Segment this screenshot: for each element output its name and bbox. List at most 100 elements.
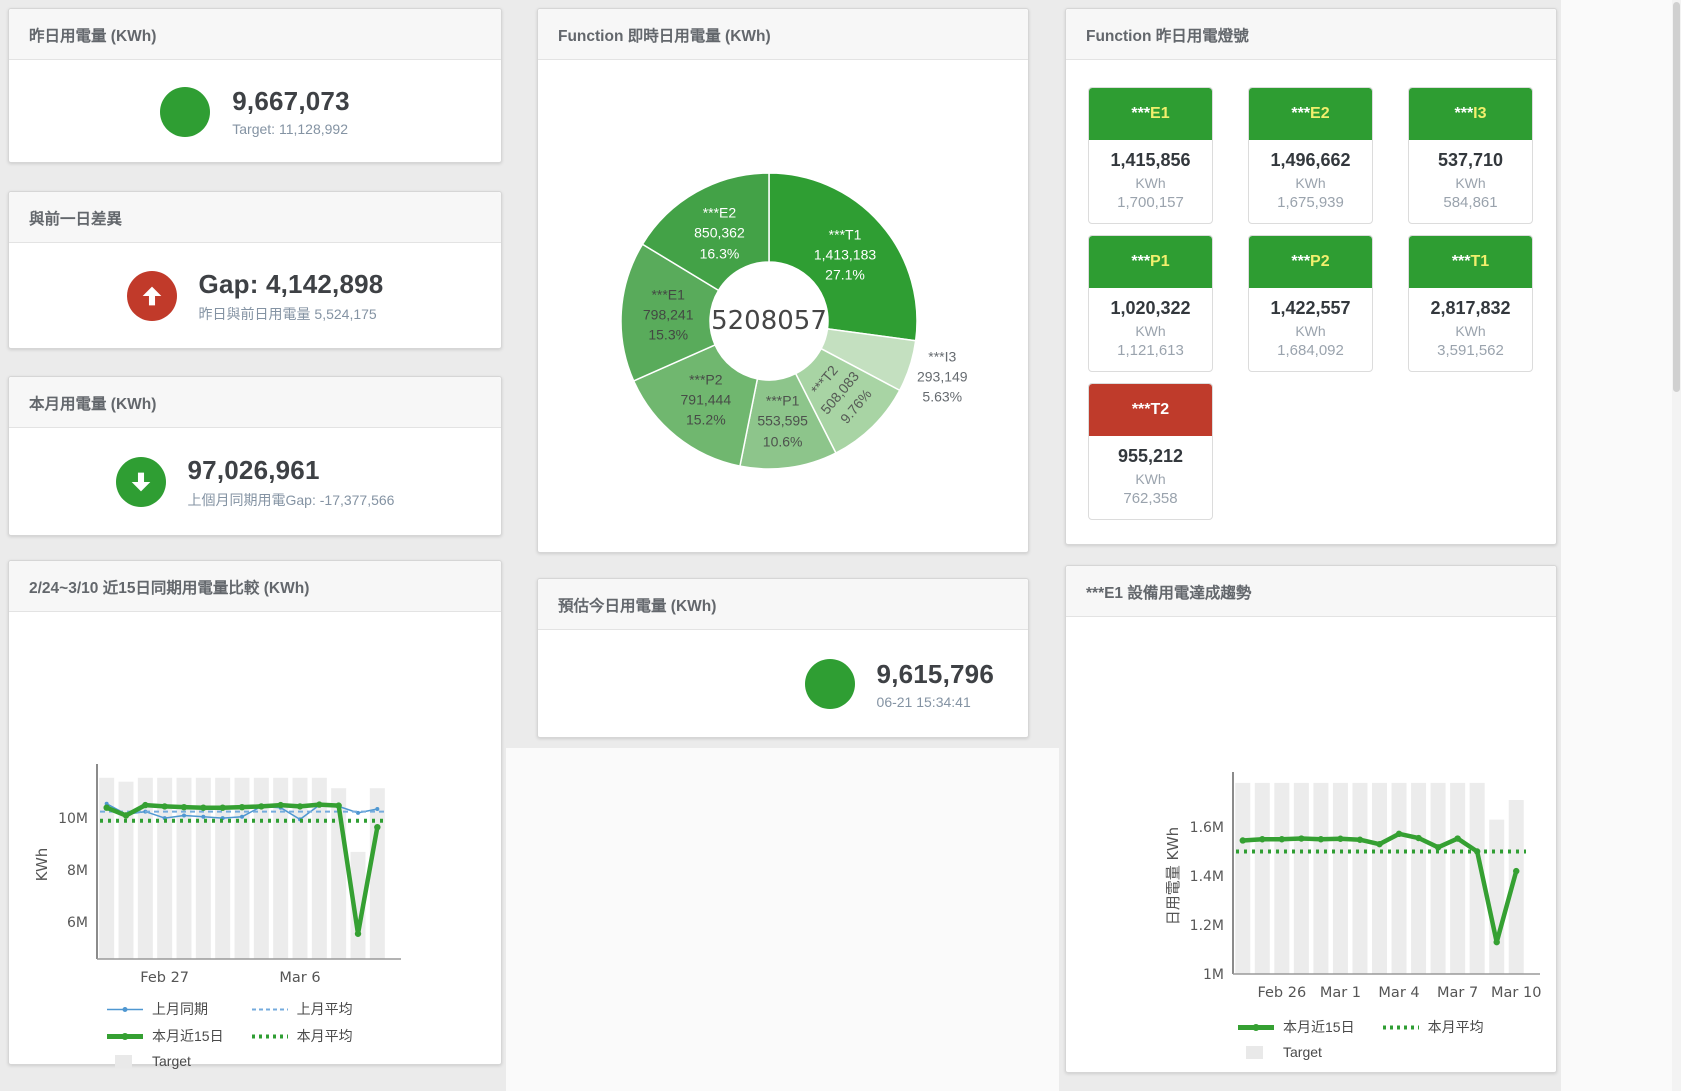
series-point[interactable] — [1318, 836, 1324, 842]
series-point[interactable] — [1357, 837, 1363, 843]
target-bar — [1372, 783, 1387, 974]
legend-item-上月同期[interactable]: 上月同期 — [107, 999, 224, 1019]
legend-item-Target[interactable]: Target — [107, 1053, 224, 1069]
card-title: Function 即時日用電量 (KWh) — [538, 9, 1028, 60]
target-bar — [1392, 783, 1407, 974]
line-thin-legend-marker-icon — [107, 1003, 143, 1016]
kpi-subtitle: 昨日與前日用電量 5,524,175 — [199, 304, 384, 324]
series-point[interactable] — [1259, 836, 1265, 842]
line-thick-legend-marker-icon — [1238, 1021, 1274, 1034]
series-point[interactable] — [201, 815, 205, 819]
card-gap-prev-day: 與前一日差異 Gap: 4,142,898 昨日與前日用電量 5,524,175 — [8, 191, 502, 349]
e1-trend-line-chart[interactable]: 1M1.2M1.4M1.6MFeb 26Mar 1Mar 4Mar 7Mar 1… — [1066, 617, 1556, 1012]
tile-header: ***E1 — [1089, 88, 1212, 140]
legend-item-本月近15日[interactable]: 本月近15日 — [1238, 1017, 1355, 1037]
tile-target-value: 1,121,613 — [1089, 342, 1212, 359]
status-tile-T1: ***T12,817,832KWh3,591,562 — [1408, 235, 1533, 372]
tile-unit: KWh — [1409, 175, 1532, 191]
tile-unit: KWh — [1089, 323, 1212, 339]
status-tile-P2: ***P21,422,557KWh1,684,092 — [1248, 235, 1373, 372]
y-tick-label: 10M — [58, 811, 88, 827]
series-point[interactable] — [374, 824, 380, 830]
series-point[interactable] — [1513, 868, 1519, 874]
series-point[interactable] — [219, 804, 225, 810]
tile-name-code: T1 — [1471, 253, 1490, 270]
page-scrollbar-thumb[interactable] — [1673, 2, 1680, 392]
series-point[interactable] — [316, 801, 322, 807]
tile-name-prefix: *** — [1454, 105, 1473, 122]
series-point[interactable] — [1494, 939, 1500, 945]
series-point[interactable] — [200, 804, 206, 810]
series-point[interactable] — [258, 803, 264, 809]
series-point[interactable] — [1396, 831, 1402, 837]
down-arrow-icon — [116, 457, 166, 507]
series-point[interactable] — [1454, 835, 1460, 841]
target-bar — [119, 782, 134, 959]
background-patch-right — [1561, 0, 1673, 1091]
x-tick-label: Mar 6 — [279, 970, 320, 986]
target-bar — [1255, 783, 1270, 974]
tile-unit: KWh — [1089, 175, 1212, 191]
tile-unit: KWh — [1409, 323, 1532, 339]
x-tick-label: Mar 1 — [1320, 985, 1361, 1001]
tile-header: ***T1 — [1409, 236, 1532, 288]
card-month-usage: 本月用電量 (KWh) 97,026,961 上個月同期用電Gap: -17,3… — [8, 376, 502, 536]
target-bar — [1489, 820, 1504, 974]
series-point[interactable] — [297, 803, 303, 809]
tile-header: ***T2 — [1089, 384, 1212, 436]
tile-value: 1,422,557 — [1249, 298, 1372, 319]
tile-name-code: I3 — [1473, 105, 1486, 122]
card-title: 預估今日用電量 (KWh) — [538, 579, 1028, 630]
tile-unit: KWh — [1249, 323, 1372, 339]
series-point[interactable] — [375, 807, 379, 811]
series-point[interactable] — [181, 804, 187, 810]
line-thick-legend-marker-icon — [107, 1030, 143, 1043]
page-scrollbar-track[interactable] — [1672, 0, 1681, 1091]
tile-target-value: 1,684,092 — [1249, 342, 1372, 359]
series-point[interactable] — [277, 802, 283, 808]
donut-chart[interactable]: ***T11,413,18327.1%***I3293,1495.63%***T… — [538, 60, 1030, 530]
tile-value: 1,415,856 — [1089, 150, 1212, 171]
legend-item-本月平均[interactable]: 本月平均 — [1383, 1017, 1484, 1037]
series-point[interactable] — [1337, 836, 1343, 842]
series-point[interactable] — [182, 813, 186, 817]
card-yesterday-usage: 昨日用電量 (KWh) 9,667,073 Target: 11,128,992 — [8, 8, 502, 163]
legend-label: Target — [152, 1053, 191, 1069]
series-point[interactable] — [335, 802, 341, 808]
series-point[interactable] — [1240, 837, 1246, 843]
y-axis-title: 日用電量 KWh — [1164, 827, 1182, 925]
tile-name-prefix: *** — [1132, 401, 1151, 418]
series-point[interactable] — [1415, 835, 1421, 841]
tile-name-code: T2 — [1151, 401, 1170, 418]
series-point[interactable] — [161, 803, 167, 809]
legend-label: 本月近15日 — [152, 1026, 224, 1046]
legend-item-Target[interactable]: Target — [1238, 1044, 1355, 1060]
series-point[interactable] — [355, 931, 361, 937]
legend-item-本月平均[interactable]: 本月平均 — [252, 1026, 353, 1046]
tile-target-value: 1,675,939 — [1249, 194, 1372, 211]
tile-name-prefix: *** — [1291, 105, 1310, 122]
series-point[interactable] — [1279, 836, 1285, 842]
series-point[interactable] — [123, 812, 129, 818]
y-axis-title: KWh — [33, 848, 51, 882]
kpi-subtitle: Target: 11,128,992 — [232, 121, 349, 137]
y-tick-label: 1.4M — [1190, 869, 1224, 885]
tile-target-value: 762,358 — [1089, 490, 1212, 507]
status-tile-I3: ***I3537,710KWh584,861 — [1408, 87, 1533, 224]
card-status-tiles: Function 昨日用電燈號 ***E11,415,856KWh1,700,1… — [1065, 8, 1557, 545]
donut-slice-T1[interactable] — [769, 173, 917, 341]
series-point[interactable] — [103, 804, 109, 810]
legend-item-上月平均[interactable]: 上月平均 — [252, 999, 353, 1019]
series-point[interactable] — [142, 802, 148, 808]
status-tile-T2: ***T2955,212KWh762,358 — [1088, 383, 1213, 520]
status-tiles-grid: ***E11,415,856KWh1,700,157***E21,496,662… — [1088, 87, 1556, 520]
series-point[interactable] — [240, 815, 244, 819]
legend-item-本月近15日[interactable]: 本月近15日 — [107, 1026, 224, 1046]
series-point[interactable] — [1376, 841, 1382, 847]
series-point[interactable] — [1298, 835, 1304, 841]
compare-line-chart[interactable]: 6M8M10MFeb 27Mar 6KWh — [9, 612, 501, 994]
series-point[interactable] — [239, 804, 245, 810]
kpi-subtitle: 上個月同期用電Gap: -17,377,566 — [188, 490, 395, 510]
tile-header: ***E2 — [1249, 88, 1372, 140]
tile-name-code: E1 — [1150, 105, 1170, 122]
